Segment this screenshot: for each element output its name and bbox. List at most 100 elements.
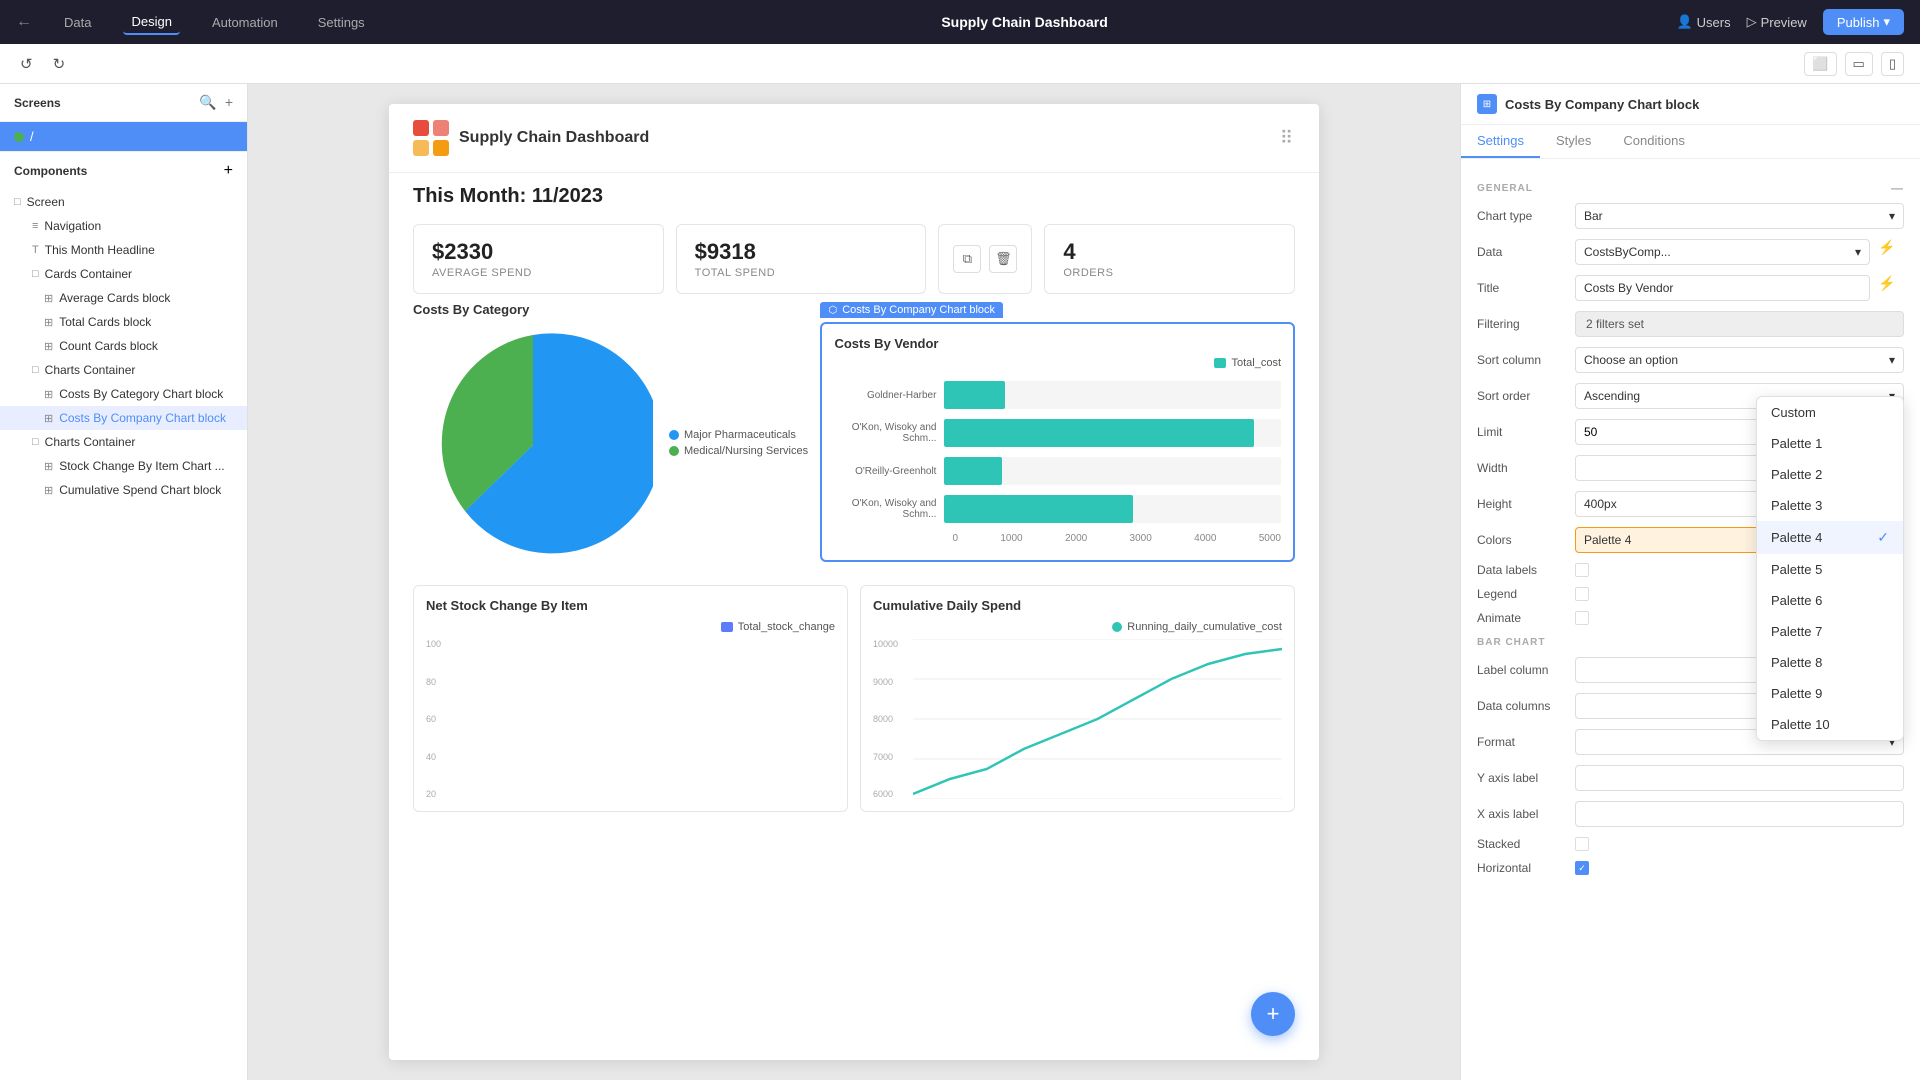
tree-item-screen[interactable]: □ Screen [0, 190, 247, 214]
stacked-checkbox[interactable] [1575, 837, 1589, 851]
screens-label: Screens [14, 96, 61, 110]
tree-item-stock-change[interactable]: ⊞ Stock Change By Item Chart ... [0, 454, 247, 478]
redo-button[interactable]: ↻ [49, 51, 70, 77]
data-labels-checkbox[interactable] [1575, 563, 1589, 577]
y-axis-input[interactable] [1575, 765, 1904, 791]
fab-button[interactable]: + [1251, 992, 1295, 1036]
tab-styles[interactable]: Styles [1540, 125, 1607, 158]
delete-card-button[interactable]: 🗑 [989, 245, 1017, 273]
costs-by-category-chart: Costs By Category Major Pharmaceuticals [413, 302, 820, 565]
stock-change-icon: ⊞ [44, 460, 53, 473]
tree-item-average-cards[interactable]: ⊞ Average Cards block [0, 286, 247, 310]
cumulative-spend-icon: ⊞ [44, 484, 53, 497]
bar-track-3 [944, 495, 1281, 523]
cumulative-legend: Running_daily_cumulative_cost [873, 621, 1282, 633]
nav-data[interactable]: Data [56, 11, 99, 34]
dropdown-item-palette5[interactable]: Palette 5 [1757, 554, 1903, 585]
legend-checkbox[interactable] [1575, 587, 1589, 601]
x-axis-control [1575, 801, 1904, 827]
data-lightning-button[interactable]: ⚡ [1878, 239, 1904, 265]
dropdown-item-palette9[interactable]: Palette 9 [1757, 678, 1903, 709]
filtering-field: Filtering 2 filters set [1477, 311, 1904, 337]
data-columns-label: Data columns [1477, 699, 1567, 713]
desktop-view-button[interactable]: ⬜ [1804, 52, 1836, 76]
search-screens-button[interactable]: 🔍 [199, 94, 216, 111]
screens-actions: 🔍 + [199, 94, 233, 111]
dropdown-item-palette10[interactable]: Palette 10 [1757, 709, 1903, 740]
dropdown-item-custom[interactable]: Custom [1757, 397, 1903, 428]
dropdown-item-palette7[interactable]: Palette 7 [1757, 616, 1903, 647]
animate-checkbox[interactable] [1575, 611, 1589, 625]
nav-settings[interactable]: Settings [310, 11, 373, 34]
bar-track-1 [944, 419, 1281, 447]
dropdown-item-palette6[interactable]: Palette 6 [1757, 585, 1903, 616]
dropdown-item-palette2[interactable]: Palette 2 [1757, 459, 1903, 490]
title-label: Title [1477, 281, 1567, 295]
grid-dots-icon[interactable]: ⠿ [1280, 128, 1295, 149]
bar-row-0: Goldner-Harber [834, 381, 1281, 409]
bar-label-2: O'Reilly-Greenholt [834, 466, 944, 477]
nav-automation[interactable]: Automation [204, 11, 286, 34]
pharmaceuticals-dot [669, 430, 679, 440]
main-layout: Screens 🔍 + / Components + □ Screen ≡ Na… [0, 84, 1920, 1080]
sort-column-label: Sort column [1477, 353, 1567, 367]
animate-label: Animate [1477, 611, 1567, 625]
tree-item-total-cards[interactable]: ⊞ Total Cards block [0, 310, 247, 334]
bar-x-axis: 0 1000 2000 3000 4000 5000 [834, 533, 1281, 544]
tablet-view-button[interactable]: ▭ [1845, 52, 1873, 76]
dropdown-item-palette1[interactable]: Palette 1 [1757, 428, 1903, 459]
tree-item-charts-container-1[interactable]: □ Charts Container [0, 358, 247, 382]
cumulative-y-axis: 100009000800070006000 [873, 639, 909, 799]
orders-card: 4 ORDERS [1044, 224, 1295, 294]
average-cards-icon: ⊞ [44, 292, 53, 305]
data-select[interactable]: CostsByComp... ▾ [1575, 239, 1870, 265]
add-screen-button[interactable]: + [225, 94, 233, 111]
sort-column-control: Choose an option ▾ [1575, 347, 1904, 373]
tab-conditions[interactable]: Conditions [1607, 125, 1700, 158]
nursing-dot [669, 446, 679, 456]
title-input[interactable] [1575, 275, 1870, 301]
chart-type-select[interactable]: Bar ▾ [1575, 203, 1904, 229]
pie-chart-svg [413, 325, 653, 565]
x-axis-input[interactable] [1575, 801, 1904, 827]
horizontal-checkbox[interactable]: ✓ [1575, 861, 1589, 875]
home-screen-item[interactable]: / [0, 122, 247, 151]
nav-design[interactable]: Design [123, 10, 179, 35]
dashboard-frame: Supply Chain Dashboard ⠿ This Month: 11/… [389, 104, 1319, 1060]
average-spend-label: AVERAGE SPEND [432, 267, 645, 279]
horizontal-field: Horizontal ✓ [1477, 861, 1904, 875]
add-component-button[interactable]: + [224, 162, 233, 180]
tree-item-cumulative-spend[interactable]: ⊞ Cumulative Spend Chart block [0, 478, 247, 502]
dropdown-item-palette8[interactable]: Palette 8 [1757, 647, 1903, 678]
tree-item-headline[interactable]: T This Month Headline [0, 238, 247, 262]
general-collapse-icon[interactable]: — [1891, 181, 1904, 195]
dropdown-item-palette3[interactable]: Palette 3 [1757, 490, 1903, 521]
publish-button[interactable]: Publish ▾ [1823, 9, 1904, 35]
tree-item-costs-by-category[interactable]: ⊞ Costs By Category Chart block [0, 382, 247, 406]
orders-label: ORDERS [1063, 267, 1276, 279]
title-lightning-button[interactable]: ⚡ [1878, 275, 1904, 301]
tree-item-costs-by-company[interactable]: ⊞ Costs By Company Chart block [0, 406, 247, 430]
preview-button[interactable]: ▷ Preview [1747, 14, 1807, 30]
bar-fill-1 [944, 419, 1254, 447]
undo-button[interactable]: ↺ [16, 51, 37, 77]
screen-icon: □ [14, 196, 21, 208]
tree-item-count-cards[interactable]: ⊞ Count Cards block [0, 334, 247, 358]
tab-settings[interactable]: Settings [1461, 125, 1540, 158]
line-chart-container: 100009000800070006000 [873, 639, 1282, 799]
tree-item-cards-container[interactable]: □ Cards Container [0, 262, 247, 286]
tree-item-navigation[interactable]: ≡ Navigation [0, 214, 247, 238]
mobile-view-button[interactable]: ▯ [1881, 52, 1904, 76]
legend-pharmaceuticals: Major Pharmaceuticals [669, 429, 808, 441]
dropdown-item-palette4[interactable]: Palette 4 ✓ [1757, 521, 1903, 554]
y-axis-labels: 10080604020 [426, 639, 454, 799]
tree-item-charts-container-2[interactable]: □ Charts Container [0, 430, 247, 454]
sort-column-select[interactable]: Choose an option ▾ [1575, 347, 1904, 373]
duplicate-card-button[interactable]: ⧉ [953, 245, 981, 273]
panel-title: Costs By Company Chart block [1505, 97, 1699, 112]
back-button[interactable]: ← [16, 13, 32, 31]
top-right-actions: 👤 Users ▷ Preview Publish ▾ [1676, 9, 1904, 35]
dashboard-header: Supply Chain Dashboard ⠿ [389, 104, 1319, 173]
users-button[interactable]: 👤 Users [1676, 14, 1730, 30]
sort-order-label: Sort order [1477, 389, 1567, 403]
